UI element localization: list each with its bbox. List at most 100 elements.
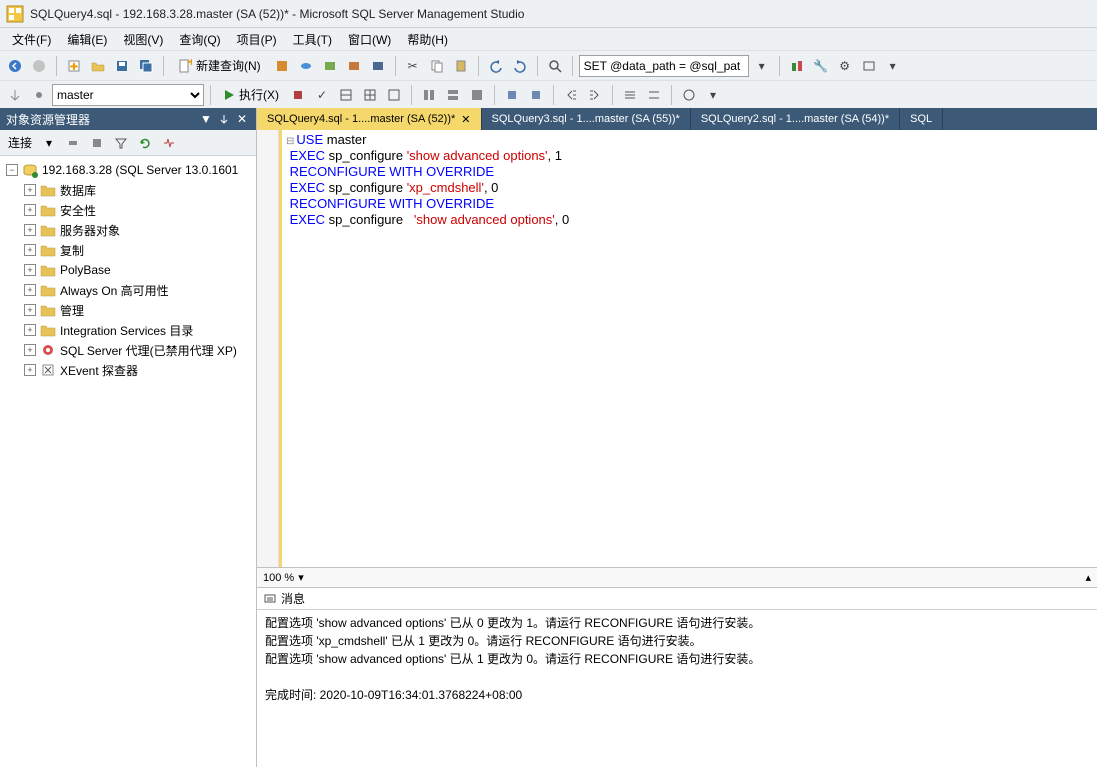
expand-icon[interactable]: + bbox=[24, 344, 36, 356]
undo-button[interactable] bbox=[485, 55, 507, 77]
tool-btn-2[interactable] bbox=[295, 55, 317, 77]
tool-btn-4[interactable] bbox=[343, 55, 365, 77]
menu-window[interactable]: 窗口(W) bbox=[340, 29, 399, 50]
expand-icon[interactable]: + bbox=[24, 324, 36, 336]
editor-tab[interactable]: SQLQuery4.sql - 1....master (SA (52))*✕ bbox=[257, 108, 482, 130]
new-query-button[interactable]: ✚ 新建查询(N) bbox=[170, 55, 269, 76]
save-button[interactable] bbox=[111, 55, 133, 77]
connect-dropdown-icon[interactable]: ▾ bbox=[38, 132, 60, 154]
activity-button[interactable] bbox=[786, 55, 808, 77]
find-button[interactable] bbox=[544, 55, 566, 77]
expand-icon[interactable]: + bbox=[24, 224, 36, 236]
copy-button[interactable] bbox=[426, 55, 448, 77]
menu-help[interactable]: 帮助(H) bbox=[399, 29, 456, 50]
tree-node[interactable]: +XEvent 探查器 bbox=[20, 360, 254, 380]
activity-monitor-button[interactable] bbox=[158, 132, 180, 154]
messages-tab[interactable]: 消息 bbox=[257, 588, 1097, 610]
tool-btn-1[interactable] bbox=[271, 55, 293, 77]
tree-node[interactable]: +复制 bbox=[20, 240, 254, 260]
expand-icon[interactable]: + bbox=[24, 304, 36, 316]
redo-button[interactable] bbox=[509, 55, 531, 77]
new-item-button[interactable]: ✚ bbox=[63, 55, 85, 77]
code-editor[interactable]: ⊟USE master EXEC sp_configure 'show adva… bbox=[257, 130, 1097, 567]
indent-left-button[interactable] bbox=[560, 84, 582, 106]
object-tree[interactable]: − 192.168.3.28 (SQL Server 13.0.1601 +数据… bbox=[0, 156, 256, 767]
tab-close-icon[interactable]: ✕ bbox=[461, 113, 470, 126]
dropdown-icon[interactable]: ▾ bbox=[751, 55, 773, 77]
panel-pin-icon[interactable] bbox=[216, 111, 232, 127]
uncomment-button[interactable] bbox=[643, 84, 665, 106]
expand-icon[interactable]: + bbox=[24, 204, 36, 216]
comment-button[interactable] bbox=[619, 84, 641, 106]
sql-tool-b[interactable] bbox=[442, 84, 464, 106]
tree-node[interactable]: +管理 bbox=[20, 300, 254, 320]
code-line[interactable]: ⊟USE master bbox=[286, 132, 569, 148]
execute-button[interactable]: 执行(X) bbox=[217, 84, 285, 105]
stop-button-2[interactable] bbox=[86, 132, 108, 154]
menu-query[interactable]: 查询(Q) bbox=[171, 29, 228, 50]
expand-icon[interactable]: + bbox=[24, 184, 36, 196]
panel-close-icon[interactable]: ✕ bbox=[234, 111, 250, 127]
nav-forward-button[interactable] bbox=[28, 55, 50, 77]
sql-tool-f[interactable] bbox=[678, 84, 700, 106]
save-all-button[interactable] bbox=[135, 55, 157, 77]
tool-btn-5[interactable] bbox=[367, 55, 389, 77]
menu-view[interactable]: 视图(V) bbox=[115, 29, 171, 50]
sql-tool-d[interactable] bbox=[501, 84, 523, 106]
tree-root[interactable]: − 192.168.3.28 (SQL Server 13.0.1601 bbox=[2, 160, 254, 180]
expand-icon[interactable]: + bbox=[24, 264, 36, 276]
sql-tool-a[interactable] bbox=[418, 84, 440, 106]
code-line[interactable]: RECONFIGURE WITH OVERRIDE bbox=[286, 164, 569, 180]
tree-node[interactable]: +安全性 bbox=[20, 200, 254, 220]
tree-node[interactable]: +服务器对象 bbox=[20, 220, 254, 240]
code-line[interactable]: RECONFIGURE WITH OVERRIDE bbox=[286, 196, 569, 212]
tree-node[interactable]: +Integration Services 目录 bbox=[20, 320, 254, 340]
expand-icon[interactable]: + bbox=[24, 364, 36, 376]
panel-dropdown-icon[interactable]: ▼ bbox=[198, 111, 214, 127]
settings-icon[interactable]: ⚙ bbox=[834, 55, 856, 77]
menu-tools[interactable]: 工具(T) bbox=[285, 29, 340, 50]
parse-button[interactable]: ✓ bbox=[311, 84, 333, 106]
stop-button[interactable] bbox=[287, 84, 309, 106]
code-line[interactable]: EXEC sp_configure 'xp_cmdshell', 0 bbox=[286, 180, 569, 196]
disconnect-button[interactable] bbox=[62, 132, 84, 154]
tree-node[interactable]: +PolyBase bbox=[20, 260, 254, 280]
zoom-dropdown-icon[interactable]: ▾ bbox=[298, 571, 304, 584]
paste-button[interactable] bbox=[450, 55, 472, 77]
editor-tab[interactable]: SQLQuery3.sql - 1....master (SA (55))* bbox=[482, 108, 691, 130]
database-select[interactable]: master bbox=[52, 84, 204, 106]
sql-tool-g[interactable]: ▾ bbox=[702, 84, 724, 106]
wrench-icon[interactable]: 🔧 bbox=[810, 55, 832, 77]
tree-node[interactable]: +数据库 bbox=[20, 180, 254, 200]
results-text-button[interactable] bbox=[383, 84, 405, 106]
window-icon[interactable] bbox=[858, 55, 880, 77]
tree-node[interactable]: +SQL Server 代理(已禁用代理 XP) bbox=[20, 340, 254, 360]
sql-tool-e[interactable] bbox=[525, 84, 547, 106]
nav-back-button[interactable] bbox=[4, 55, 26, 77]
plan-button[interactable] bbox=[335, 84, 357, 106]
tree-node[interactable]: +Always On 高可用性 bbox=[20, 280, 254, 300]
results-grid-button[interactable] bbox=[359, 84, 381, 106]
expand-icon[interactable]: + bbox=[24, 284, 36, 296]
cut-button[interactable]: ✂ bbox=[402, 55, 424, 77]
more-icon[interactable]: ▾ bbox=[882, 55, 904, 77]
open-button[interactable] bbox=[87, 55, 109, 77]
indent-right-button[interactable] bbox=[584, 84, 606, 106]
sql-tool-c[interactable] bbox=[466, 84, 488, 106]
sql-tool-1[interactable] bbox=[4, 84, 26, 106]
menu-edit[interactable]: 编辑(E) bbox=[59, 29, 115, 50]
filter-button[interactable] bbox=[110, 132, 132, 154]
expand-icon[interactable]: + bbox=[24, 244, 36, 256]
editor-tab[interactable]: SQL bbox=[900, 108, 943, 130]
chevron-up-icon[interactable]: ▴ bbox=[1085, 571, 1091, 584]
code-line[interactable]: EXEC sp_configure 'show advanced options… bbox=[286, 212, 569, 228]
code-line[interactable]: EXEC sp_configure 'show advanced options… bbox=[286, 148, 569, 164]
refresh-button[interactable] bbox=[134, 132, 156, 154]
editor-tab[interactable]: SQLQuery2.sql - 1....master (SA (54))* bbox=[691, 108, 900, 130]
quick-launch-input[interactable] bbox=[579, 55, 749, 77]
tool-btn-3[interactable] bbox=[319, 55, 341, 77]
menu-project[interactable]: 项目(P) bbox=[229, 29, 285, 50]
expand-icon[interactable]: − bbox=[6, 164, 18, 176]
menu-file[interactable]: 文件(F) bbox=[4, 29, 59, 50]
messages-body[interactable]: 配置选项 'show advanced options' 已从 0 更改为 1。… bbox=[257, 610, 1097, 767]
